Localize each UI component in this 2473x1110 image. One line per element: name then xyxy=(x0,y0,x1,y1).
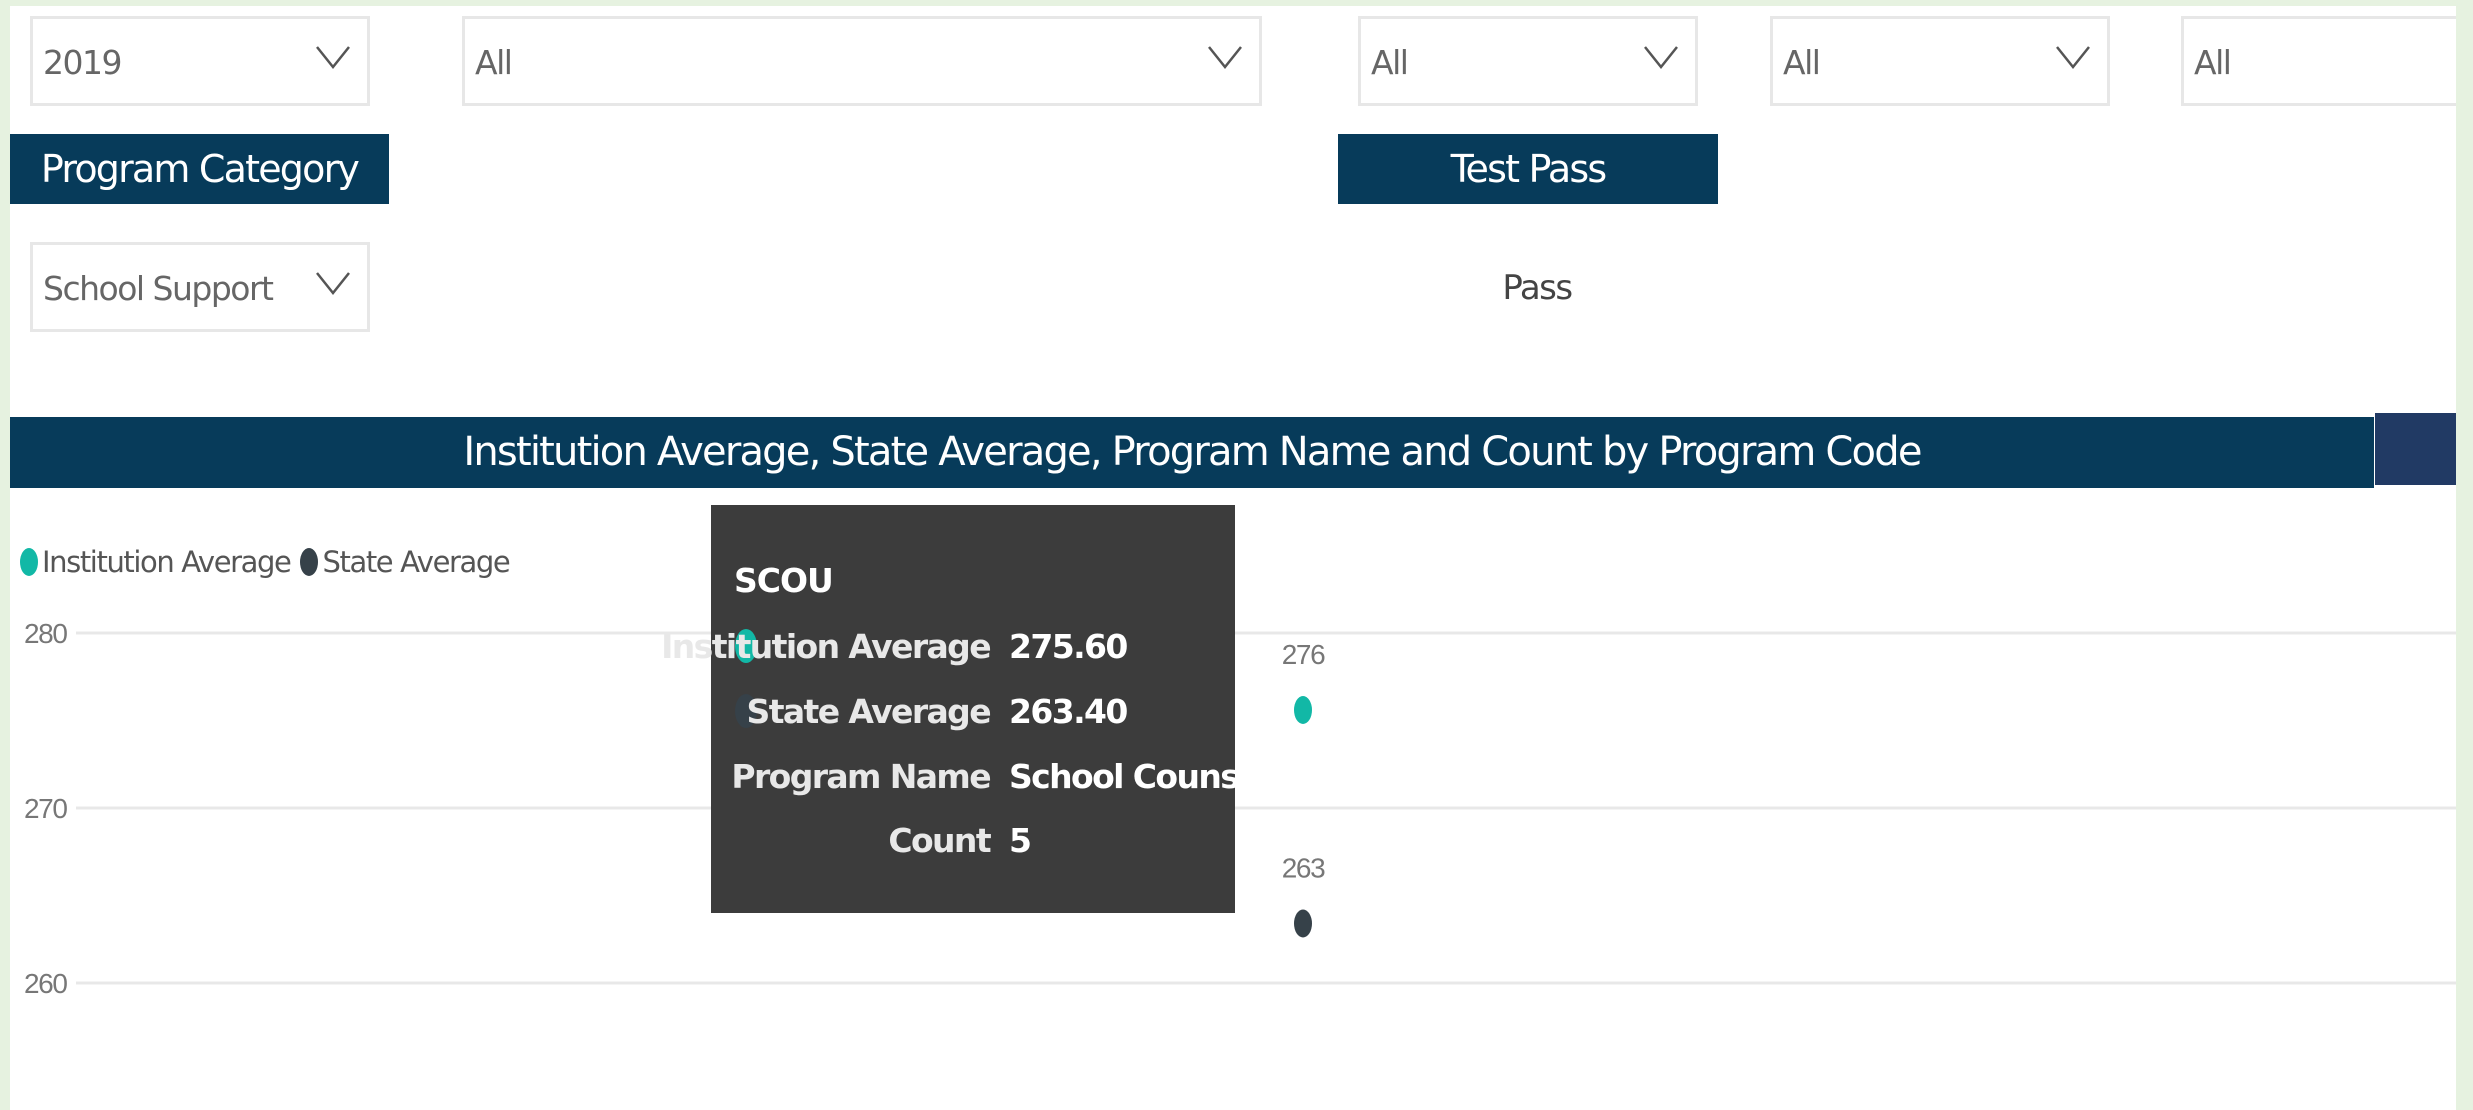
data-point-institution-average xyxy=(1294,696,1312,724)
y-tick-label: 260 xyxy=(24,968,67,999)
tooltip-row-count: Count 5 xyxy=(711,815,1235,865)
y-tick-label: 280 xyxy=(24,618,67,649)
data-point-state-average xyxy=(1294,909,1312,938)
tooltip-label: Institution Average xyxy=(661,627,992,666)
tooltip-label: State Average xyxy=(746,692,992,731)
tooltip-program-code: SCOU xyxy=(734,561,834,600)
tooltip-value: 5 xyxy=(1009,821,1032,860)
data-point-tooltip: SCOU Institution Average 275.60 State Av… xyxy=(661,505,1306,913)
tooltip-row-institution-average: Institution Average 275.60 xyxy=(661,621,1235,671)
data-label: 276 xyxy=(1282,639,1325,670)
y-tick-label: 270 xyxy=(24,793,67,824)
tooltip-label: Program Name xyxy=(731,757,991,796)
tooltip-label: Count xyxy=(888,821,991,860)
tooltip-row-program-name: Program Name School Counselor xyxy=(711,751,1306,801)
tooltip-value: School Counselor xyxy=(1009,757,1306,796)
report-canvas: 2019 All All All All Program Category Te… xyxy=(10,6,2456,1110)
tooltip-value: 275.60 xyxy=(1009,627,1128,666)
data-label: 263 xyxy=(1282,853,1325,884)
tooltip-value: 263.40 xyxy=(1009,692,1128,731)
tooltip-row-state-average: State Average 263.40 xyxy=(711,686,1235,736)
